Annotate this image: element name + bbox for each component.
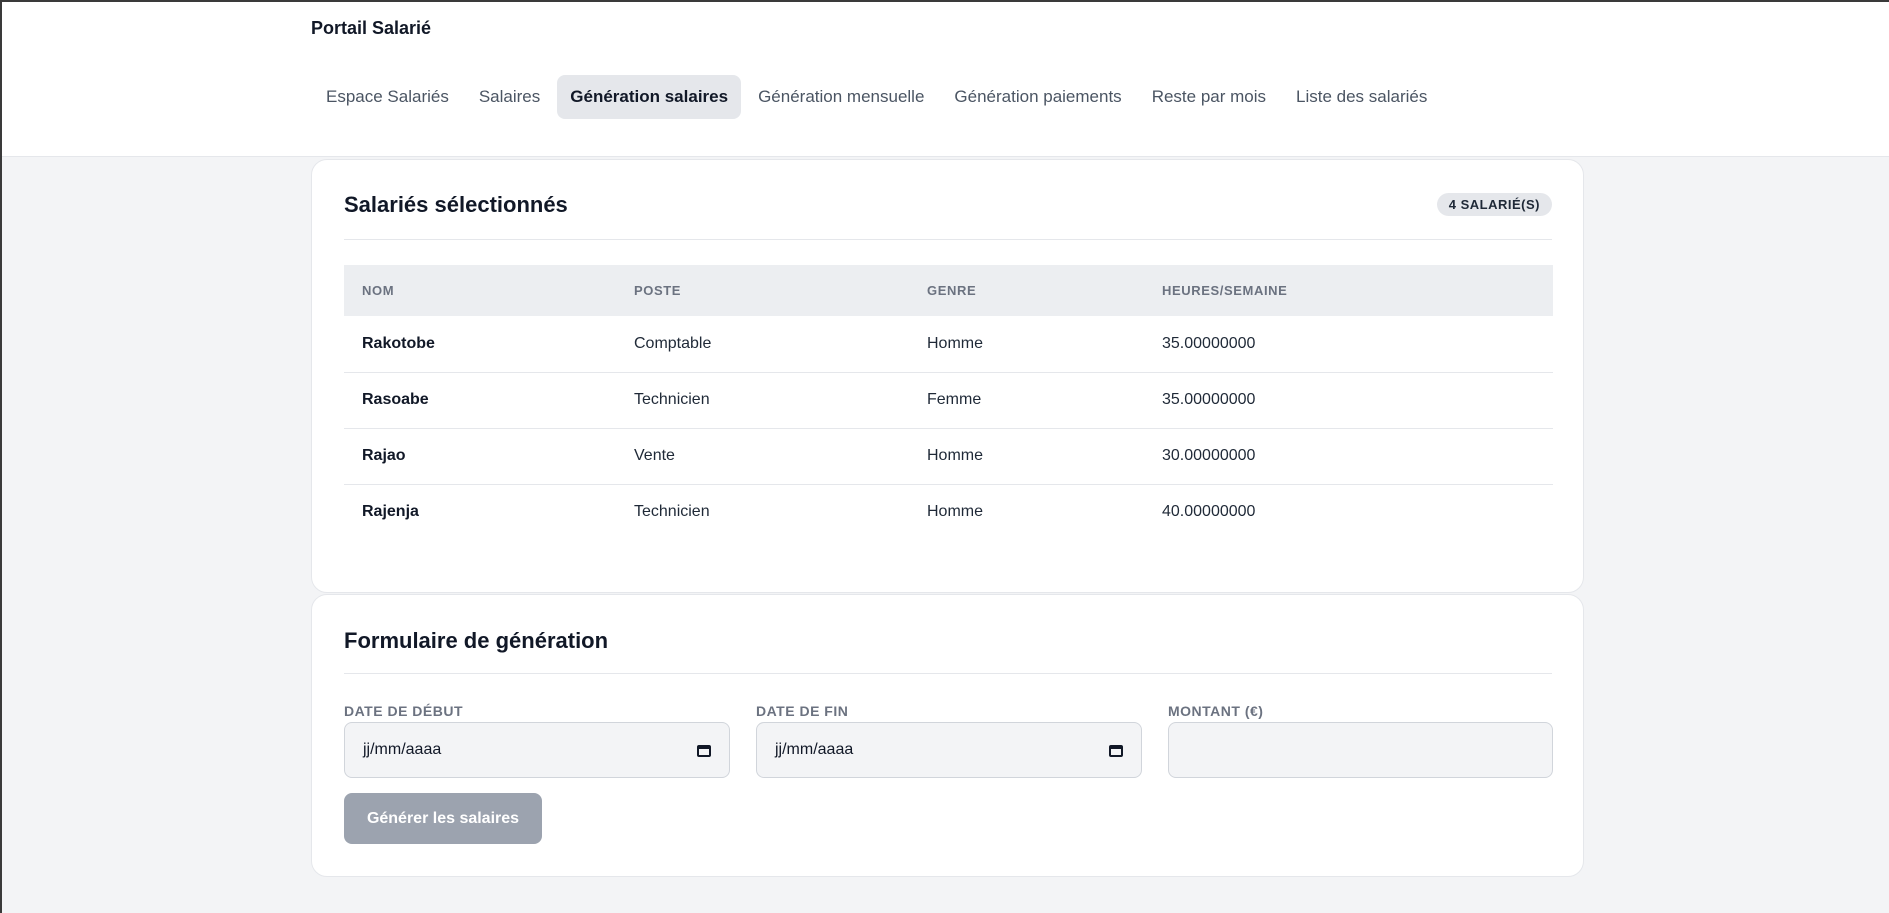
card-divider xyxy=(344,673,1552,674)
table-row: Rakotobe Comptable Homme 35.00000000 xyxy=(344,316,1553,372)
table-header-row: NOM POSTE GENRE HEURES/SEMAINE xyxy=(344,265,1553,316)
cell-heures: 30.00000000 xyxy=(1144,427,1553,484)
montant-input[interactable] xyxy=(1168,722,1553,778)
date-debut-placeholder: jj/mm/aaaa xyxy=(363,741,442,758)
cell-nom: Rajenja xyxy=(344,483,616,540)
nav-salaires[interactable]: Salaires xyxy=(466,75,553,119)
cell-heures: 40.00000000 xyxy=(1144,483,1553,540)
column-header-poste[interactable]: POSTE xyxy=(616,265,909,316)
table-row: Rasoabe Technicien Femme 35.00000000 xyxy=(344,371,1553,428)
date-debut-label: DATE DE DÉBUT xyxy=(344,703,464,719)
cell-heures: 35.00000000 xyxy=(1144,371,1553,428)
app-title: Portail Salarié xyxy=(311,18,432,38)
table-row: Rajenja Technicien Homme 40.00000000 xyxy=(344,483,1553,540)
montant-label: MONTANT (€) xyxy=(1168,703,1264,719)
cell-genre: Femme xyxy=(909,371,1144,428)
app-header: Portail Salarié Espace Salariés Salaires… xyxy=(2,2,1889,157)
generate-salaries-button[interactable]: Générer les salaires xyxy=(344,793,542,844)
column-header-genre[interactable]: GENRE xyxy=(909,265,1144,316)
date-fin-label: DATE DE FIN xyxy=(756,703,849,719)
cell-genre: Homme xyxy=(927,334,984,352)
cell-heures: 35.00000000 xyxy=(1162,334,1256,352)
date-fin-input[interactable]: jj/mm/aaaa xyxy=(756,722,1142,778)
generation-form-title: Formulaire de génération xyxy=(344,628,609,653)
cell-nom: Rasoabe xyxy=(344,371,616,428)
nav-generation-mensuelle[interactable]: Génération mensuelle xyxy=(745,75,937,119)
date-fin-placeholder: jj/mm/aaaa xyxy=(775,741,854,758)
cell-poste: Technicien xyxy=(616,483,909,540)
cell-genre: Homme xyxy=(909,427,1144,484)
cell-poste: Technicien xyxy=(616,371,909,428)
calendar-icon[interactable] xyxy=(697,743,711,757)
calendar-icon[interactable] xyxy=(1109,743,1123,757)
selected-employees-title: Salariés sélectionnés xyxy=(344,192,568,217)
employee-count-badge: 4 SALARIÉ(S) xyxy=(1436,193,1552,216)
column-header-heures[interactable]: HEURES/SEMAINE xyxy=(1144,265,1553,316)
column-header-nom[interactable]: NOM xyxy=(344,265,616,316)
nav-espace-salaries[interactable]: Espace Salariés xyxy=(313,75,462,119)
nav-generation-salaires[interactable]: Génération salaires xyxy=(557,75,742,119)
selected-employees-card: Salariés sélectionnés 4 SALARIÉ(S) NOM P… xyxy=(311,159,1584,593)
employees-table: NOM POSTE GENRE HEURES/SEMAINE Rakotobe … xyxy=(344,265,1553,540)
nav-generation-paiements[interactable]: Génération paiements xyxy=(941,75,1134,119)
main-nav: Espace Salariés Salaires Génération sala… xyxy=(313,75,1440,119)
nav-reste-par-mois[interactable]: Reste par mois xyxy=(1139,75,1279,119)
nav-liste-des-salaries[interactable]: Liste des salariés xyxy=(1283,75,1440,119)
cell-poste: Vente xyxy=(616,427,909,484)
table-row: Rajao Vente Homme 30.00000000 xyxy=(344,427,1553,484)
cell-genre: Homme xyxy=(909,483,1144,540)
date-debut-input[interactable]: jj/mm/aaaa xyxy=(344,722,730,778)
cell-nom: Rajao xyxy=(344,427,616,484)
cell-nom: Rakotobe xyxy=(362,334,435,352)
card-divider xyxy=(344,239,1552,240)
cell-poste: Comptable xyxy=(634,334,712,352)
generation-form-card: Formulaire de génération DATE DE DÉBUT j… xyxy=(311,594,1584,877)
